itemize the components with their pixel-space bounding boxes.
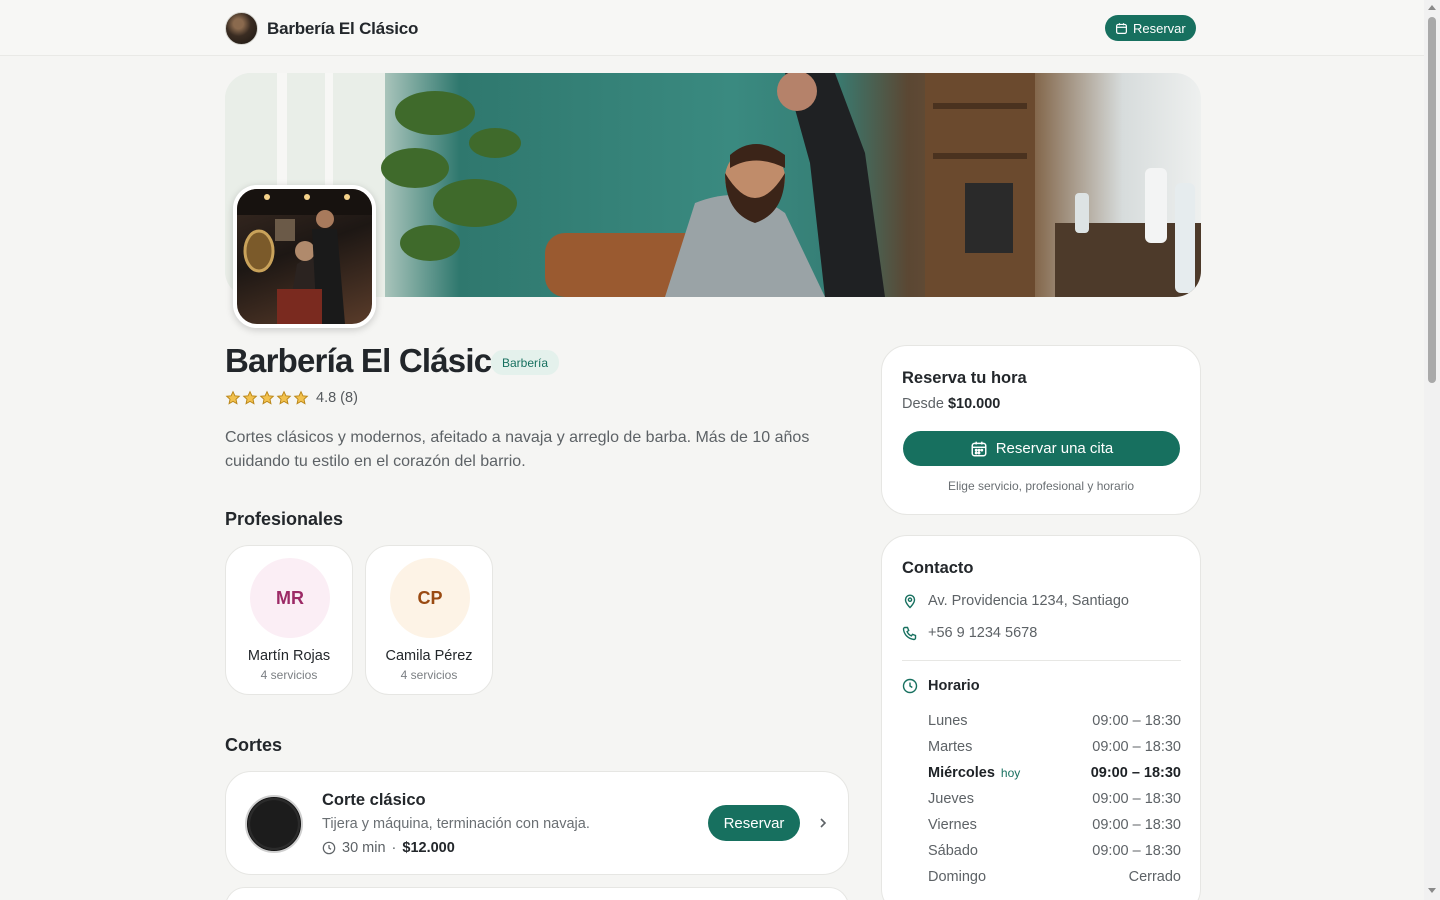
service-price: $12.000	[402, 840, 455, 856]
brand[interactable]: Barbería El Clásico	[225, 12, 418, 45]
hours-row: Jueves 09:00 – 18:30	[928, 786, 1181, 812]
chevron-right-icon[interactable]	[817, 814, 829, 832]
address-row[interactable]: Av. Providencia 1234, Santiago	[902, 593, 1129, 609]
brand-logo	[225, 12, 258, 45]
hours-time: 09:00 – 18:30	[1092, 739, 1181, 755]
booking-card: Reserva tu hora Desde $10.000 Reservar u…	[881, 345, 1201, 515]
cuts-heading: Cortes	[225, 735, 283, 755]
scroll-down-arrow-icon[interactable]	[1428, 888, 1436, 893]
clock-icon	[322, 841, 336, 855]
service-name: Corte clásico	[322, 791, 426, 809]
hours-time: 09:00 – 18:30	[1092, 713, 1181, 729]
star-icon	[242, 390, 258, 405]
phone-row[interactable]: +56 9 1234 5678	[902, 625, 1037, 641]
shop-title: Barbería El Clásico	[225, 342, 511, 379]
category-badge: Barbería	[491, 350, 560, 375]
star-icon	[276, 390, 292, 405]
hours-time: 09:00 – 18:30	[1090, 765, 1181, 781]
hours-heading: Horario	[902, 678, 980, 694]
booking-from: Desde $10.000	[902, 396, 1000, 412]
hours-time: 09:00 – 18:30	[1092, 791, 1181, 807]
meta-separator: ·	[391, 840, 397, 856]
header-reserve-button[interactable]: Reservar	[1105, 15, 1196, 41]
scrollbar-thumb[interactable]	[1428, 17, 1436, 383]
shop-interior-illustration	[237, 189, 372, 324]
calendar-icon	[971, 441, 987, 456]
hours-day-label: Miércoles	[928, 765, 995, 781]
professional-service-count: 4 servicios	[260, 668, 318, 682]
clock-icon	[902, 678, 918, 694]
professional-name: Martín Rojas	[247, 648, 331, 664]
hours-day: Viernes	[928, 817, 977, 833]
hours-title: Horario	[928, 678, 980, 694]
page-scrollbar[interactable]	[1424, 0, 1440, 900]
hours-day: Sábado	[928, 843, 978, 859]
hours-row: Viernes 09:00 – 18:30	[928, 812, 1181, 838]
professional-avatar: CP	[390, 558, 470, 638]
from-price: $10.000	[947, 396, 1001, 412]
from-label: Desde	[902, 396, 944, 412]
location-pin-icon	[904, 594, 916, 609]
hours-row: Domingo Cerrado	[928, 864, 1181, 890]
hours-row: Martes 09:00 – 18:30	[928, 734, 1181, 760]
today-badge: hoy	[1000, 766, 1021, 780]
hours-list: Lunes 09:00 – 18:30 Martes 09:00 – 18:30…	[928, 708, 1181, 890]
book-appointment-label: Reservar una cita	[995, 440, 1114, 457]
top-bar: Barbería El Clásico Reservar	[0, 0, 1424, 56]
contact-title: Contacto	[902, 559, 974, 577]
hours-time: 09:00 – 18:30	[1092, 817, 1181, 833]
service-thumbnail	[245, 795, 303, 853]
brand-name: Barbería El Clásico	[267, 18, 419, 38]
service-meta: 30 min · $12.000	[322, 840, 455, 856]
shop-description: Cortes clásicos y modernos, afeitado a n…	[225, 429, 810, 470]
service-card[interactable]	[225, 887, 849, 900]
hours-row-today: Miércoles hoy 09:00 – 18:30	[928, 760, 1181, 786]
star-icon	[293, 390, 309, 405]
star-icon	[259, 390, 275, 405]
service-reserve-button[interactable]: Reservar	[708, 805, 800, 841]
calendar-icon	[1116, 22, 1127, 34]
service-card[interactable]: Corte clásico Tijera y máquina, terminac…	[225, 771, 849, 875]
hours-time: Cerrado	[1128, 869, 1181, 885]
rating[interactable]: 4.8 (8)	[225, 390, 358, 406]
phone-text: +56 9 1234 5678	[928, 625, 1038, 641]
hours-day: Martes	[928, 739, 973, 755]
book-appointment-button[interactable]: Reservar una cita	[903, 431, 1180, 466]
hours-time: 09:00 – 18:30	[1092, 843, 1181, 859]
professional-card[interactable]: CP Camila Pérez 4 servicios	[365, 545, 493, 695]
header-reserve-label: Reservar	[1133, 20, 1186, 36]
hours-row: Sábado 09:00 – 18:30	[928, 838, 1181, 864]
service-description: Tijera y máquina, terminación con navaja…	[322, 816, 590, 832]
hours-day: Miércoles hoy	[928, 765, 1020, 781]
booking-hint: Elige servicio, profesional y horario	[947, 479, 1135, 493]
hours-day: Jueves	[928, 791, 974, 807]
rating-text: 4.8 (8)	[316, 390, 358, 406]
address-text: Av. Providencia 1234, Santiago	[928, 593, 1129, 609]
booking-title: Reserva tu hora	[902, 369, 1027, 387]
professionals-heading: Profesionales	[225, 509, 344, 529]
hours-row: Lunes 09:00 – 18:30	[928, 708, 1181, 734]
hours-day: Lunes	[928, 713, 968, 729]
phone-icon	[902, 626, 917, 641]
shop-avatar-image	[233, 185, 376, 328]
professional-service-count: 4 servicios	[400, 668, 458, 682]
contact-card: Contacto Av. Providencia 1234, Santiago …	[881, 535, 1201, 900]
hours-day: Domingo	[928, 869, 987, 885]
professional-card[interactable]: MR Martín Rojas 4 servicios	[225, 545, 353, 695]
star-icon	[225, 390, 241, 405]
divider	[902, 660, 1181, 661]
professional-avatar: MR	[250, 558, 330, 638]
professional-name: Camila Pérez	[385, 648, 473, 664]
service-duration: 30 min	[342, 840, 386, 856]
scroll-up-arrow-icon[interactable]	[1428, 5, 1436, 10]
